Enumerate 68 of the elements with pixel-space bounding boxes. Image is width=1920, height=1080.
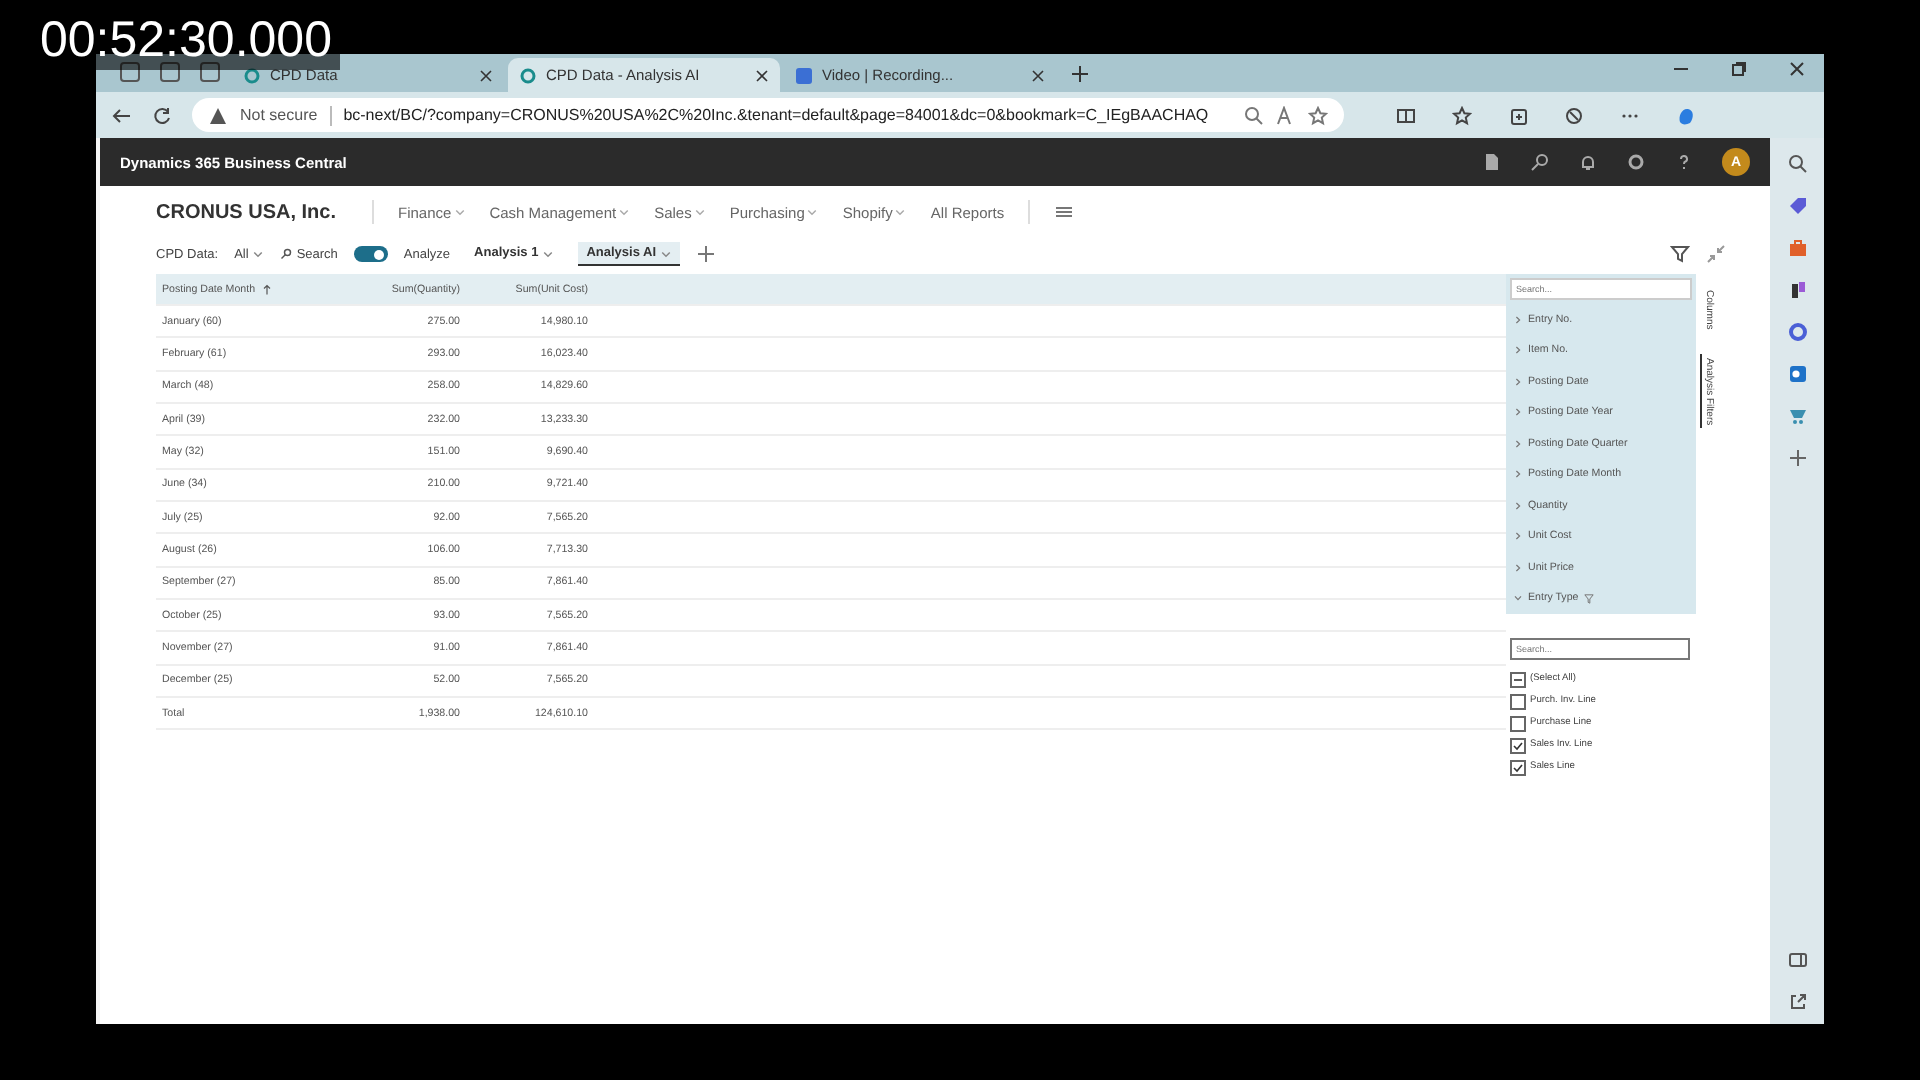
toolbox-icon[interactable] — [1787, 238, 1807, 258]
chevron-icon — [252, 248, 265, 260]
warning-icon — [208, 105, 228, 125]
close-icon[interactable] — [480, 69, 492, 81]
analyze-toggle[interactable] — [353, 246, 388, 262]
filter-icon[interactable] — [1670, 244, 1690, 264]
help-icon[interactable] — [1674, 152, 1694, 172]
cart-icon[interactable] — [1787, 406, 1807, 426]
search-icon — [280, 248, 293, 260]
star-icon[interactable] — [1308, 105, 1328, 125]
site-icon — [244, 67, 260, 83]
settings-icon[interactable] — [1626, 152, 1646, 172]
workspaces-icon[interactable] — [160, 62, 180, 82]
collections-icon[interactable] — [1508, 105, 1528, 125]
copilot-icon[interactable] — [1676, 105, 1696, 125]
chevron-icon — [806, 206, 819, 218]
chevron-icon — [1514, 563, 1522, 572]
close-icon[interactable] — [756, 69, 768, 81]
chevron-icon — [1514, 408, 1522, 417]
checkbox[interactable] — [1510, 671, 1526, 687]
new-tab-icon[interactable] — [1072, 66, 1088, 82]
security-label[interactable]: Not secure — [240, 106, 318, 124]
external-link-icon[interactable] — [1787, 992, 1807, 1012]
document-icon[interactable] — [1482, 152, 1502, 172]
chevron-icon — [542, 247, 555, 259]
chevron-icon — [894, 206, 907, 218]
tab-actions-icon[interactable] — [200, 62, 220, 82]
sidebar-icon[interactable] — [1787, 950, 1807, 970]
bell-icon[interactable] — [1578, 152, 1598, 172]
checkbox[interactable] — [1510, 715, 1526, 731]
add-icon[interactable] — [696, 244, 717, 264]
search-icon[interactable] — [1787, 154, 1807, 174]
chevron-icon — [1514, 470, 1522, 479]
chevron-icon — [660, 247, 673, 259]
app-icon[interactable] — [1787, 322, 1807, 342]
read-aloud-icon[interactable] — [1276, 105, 1296, 125]
add-icon[interactable] — [1787, 448, 1807, 468]
restore-icon[interactable] — [1732, 61, 1746, 75]
chevron-icon — [693, 206, 706, 218]
chevron-icon — [1514, 346, 1522, 355]
chevron-icon — [1514, 501, 1522, 510]
checkbox[interactable] — [1510, 693, 1526, 709]
menu-icon[interactable] — [1054, 202, 1075, 222]
close-icon[interactable] — [1032, 69, 1044, 81]
checkbox[interactable] — [1510, 737, 1526, 753]
split-screen-icon[interactable] — [1396, 105, 1416, 125]
address-bar[interactable]: Not secure bc-next/BC/?company=CRONUS%20USA%2C%20Inc.&tenant=default&page=84001&dc=0&bookmark=C_IEgBAACHAQ — [192, 98, 1344, 132]
favorites-icon[interactable] — [1452, 105, 1472, 125]
chevron-icon — [1514, 377, 1522, 386]
company-name: CRONUS USA, Inc. — [156, 201, 337, 223]
profile-icon[interactable] — [120, 62, 140, 82]
collapse-icon[interactable] — [1706, 244, 1726, 264]
refresh-icon[interactable] — [152, 105, 172, 125]
checkbox[interactable] — [1510, 759, 1526, 775]
close-icon[interactable] — [1790, 61, 1804, 75]
chevron-icon — [453, 206, 466, 218]
search-icon[interactable] — [1530, 152, 1550, 172]
tag-icon[interactable] — [1787, 196, 1807, 216]
zoom-icon[interactable] — [1244, 105, 1264, 125]
site-icon — [520, 67, 536, 83]
chevron-icon — [618, 206, 631, 218]
chevron-icon — [1514, 439, 1522, 448]
video-icon — [796, 67, 812, 83]
chevron-icon — [1514, 532, 1522, 541]
mail-icon[interactable] — [1787, 364, 1807, 384]
chevron-icon — [1514, 315, 1522, 324]
url-text[interactable]: bc-next/BC/?company=CRONUS%20USA%2C%20Inc.&tenant=default&page=84001&dc=0&bookmark=C_IEgBAACHAQ — [343, 106, 1209, 124]
back-icon[interactable] — [112, 105, 132, 125]
